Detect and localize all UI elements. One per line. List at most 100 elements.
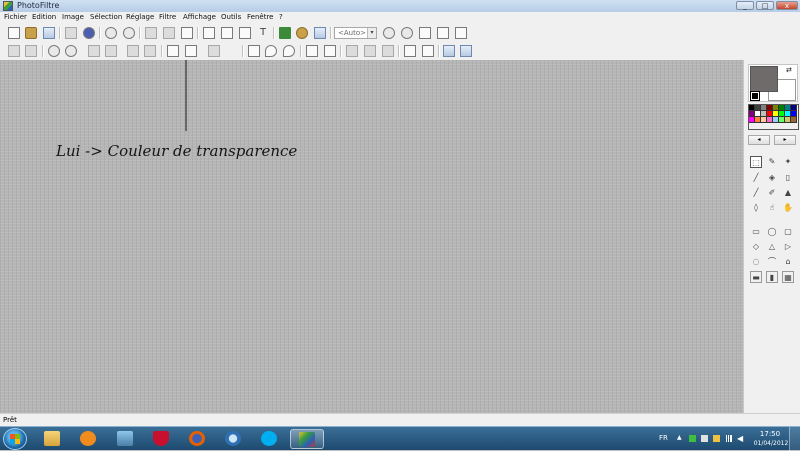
line-tool-icon[interactable]: ╱: [750, 172, 762, 184]
smudge-icon[interactable]: ☝: [766, 202, 778, 214]
tray-app-icon[interactable]: [689, 435, 696, 442]
transparency-color-icon[interactable]: [181, 27, 193, 39]
menu-reglage[interactable]: Réglage: [126, 13, 154, 21]
plugin-icon[interactable]: [296, 27, 308, 39]
rotate-right-icon[interactable]: [422, 45, 434, 57]
inverse-selection-icon[interactable]: ▮: [766, 271, 778, 283]
diamond-shape-icon[interactable]: ◇: [750, 241, 762, 253]
triangle-shape-icon[interactable]: △: [766, 241, 778, 253]
custom-shape-icon[interactable]: ⌂: [782, 256, 794, 268]
image-size-icon[interactable]: [145, 27, 157, 39]
brightness-down-icon[interactable]: [48, 45, 60, 57]
ellipse-shape-icon[interactable]: ◯: [766, 226, 778, 238]
start-button[interactable]: [3, 428, 27, 450]
magic-wand-icon[interactable]: ✦: [782, 156, 794, 168]
actual-size-icon[interactable]: [419, 27, 431, 39]
taskbar-mcafee[interactable]: [147, 429, 177, 449]
close-button[interactable]: x: [776, 1, 798, 10]
flip-icon[interactable]: [324, 45, 336, 57]
spray-icon[interactable]: ▯: [782, 172, 794, 184]
fit-window-icon[interactable]: [437, 27, 449, 39]
taskbar-media-player[interactable]: [74, 429, 104, 449]
language-indicator[interactable]: FR: [659, 434, 668, 442]
layer-icon[interactable]: [443, 45, 455, 57]
advanced-brush-icon[interactable]: ✐: [766, 187, 778, 199]
select-all-icon[interactable]: ▬: [750, 271, 762, 283]
print-icon[interactable]: [65, 27, 77, 39]
text-tool-icon[interactable]: T: [257, 27, 269, 39]
taskbar-skype[interactable]: [255, 429, 285, 449]
border-icon[interactable]: [364, 45, 376, 57]
taskbar-thunderbird[interactable]: [219, 429, 249, 449]
grayscale-icon[interactable]: [208, 45, 220, 57]
mirror-icon[interactable]: [306, 45, 318, 57]
blur-icon[interactable]: [265, 45, 277, 57]
auto-contrast-icon[interactable]: [25, 45, 37, 57]
contrast-up-icon[interactable]: [105, 45, 117, 57]
menu-image[interactable]: Image: [62, 13, 84, 21]
polygon-lasso-icon[interactable]: ⌒: [766, 256, 778, 268]
menu-affichage[interactable]: Affichage: [183, 13, 216, 21]
auto-levels-icon[interactable]: [8, 45, 20, 57]
taskbar-firefox[interactable]: [183, 429, 213, 449]
zoom-select[interactable]: <Auto> ▾: [334, 27, 377, 39]
clock-time[interactable]: 17:50: [755, 430, 785, 438]
menu-outils[interactable]: Outils: [221, 13, 241, 21]
brightness-up-icon[interactable]: [65, 45, 77, 57]
color-swatch[interactable]: [791, 117, 797, 123]
lasso-icon[interactable]: ◌: [750, 256, 762, 268]
menu-help[interactable]: ?: [279, 13, 283, 21]
hide-selection-icon[interactable]: ▦: [782, 271, 794, 283]
palette-prev-button[interactable]: ◂: [748, 135, 770, 145]
triangle-right-shape-icon[interactable]: ▷: [782, 241, 794, 253]
eyedropper-icon[interactable]: ✎: [766, 156, 778, 168]
zoom-in-icon[interactable]: [383, 27, 395, 39]
clock-date[interactable]: 01/04/2012: [751, 440, 791, 447]
blur-drop-icon[interactable]: ◊: [750, 202, 762, 214]
save-icon[interactable]: [43, 27, 55, 39]
minimize-button[interactable]: _: [736, 1, 754, 10]
gamma-down-icon[interactable]: [167, 45, 179, 57]
palette-next-button[interactable]: ▸: [774, 135, 796, 145]
scanner-icon[interactable]: [83, 27, 95, 39]
hand-tool-icon[interactable]: ✋: [782, 202, 794, 214]
reset-colors-icon[interactable]: [750, 91, 760, 101]
automation-icon[interactable]: [279, 27, 291, 39]
zoom-out-icon[interactable]: [401, 27, 413, 39]
action-center-icon[interactable]: [701, 435, 708, 442]
network-signal-icon[interactable]: [725, 435, 732, 442]
chevron-down-icon[interactable]: ▾: [367, 28, 376, 38]
copy-icon[interactable]: [203, 27, 215, 39]
foreground-color-swatch[interactable]: [750, 66, 778, 92]
rounded-rect-shape-icon[interactable]: ▢: [782, 226, 794, 238]
rotate-left-icon[interactable]: [404, 45, 416, 57]
full-screen-icon[interactable]: [455, 27, 467, 39]
duplicate-layer-icon[interactable]: [460, 45, 472, 57]
explorer-window-icon[interactable]: [314, 27, 326, 39]
saturation-up-icon[interactable]: [144, 45, 156, 57]
brush-icon[interactable]: ╱: [750, 187, 762, 199]
selection-tool-icon[interactable]: ⬚: [750, 156, 762, 168]
canvas-size-icon[interactable]: [163, 27, 175, 39]
sepia-icon[interactable]: [248, 45, 260, 57]
taskbar-network[interactable]: [111, 429, 141, 449]
frame-icon[interactable]: [346, 45, 358, 57]
saturation-down-icon[interactable]: [127, 45, 139, 57]
new-file-icon[interactable]: [8, 27, 20, 39]
contrast-down-icon[interactable]: [88, 45, 100, 57]
taskbar-explorer[interactable]: [38, 429, 68, 449]
tray-notify-icon[interactable]: [713, 435, 720, 442]
show-hidden-icons-icon[interactable]: ▲: [677, 435, 684, 442]
menu-filtre[interactable]: Filtre: [159, 13, 176, 21]
menu-edition[interactable]: Edition: [32, 13, 56, 21]
sharpen-icon[interactable]: [283, 45, 295, 57]
rectangle-shape-icon[interactable]: ▭: [750, 226, 762, 238]
menu-fenetre[interactable]: Fenêtre: [247, 13, 273, 21]
paste-new-icon[interactable]: [239, 27, 251, 39]
redo-icon[interactable]: [123, 27, 135, 39]
stamp-icon[interactable]: ▲: [782, 187, 794, 199]
swap-colors-icon[interactable]: ⇄: [786, 66, 792, 74]
menu-selection[interactable]: Sélection: [90, 13, 122, 21]
show-desktop-button[interactable]: [789, 427, 800, 451]
gamma-up-icon[interactable]: [185, 45, 197, 57]
